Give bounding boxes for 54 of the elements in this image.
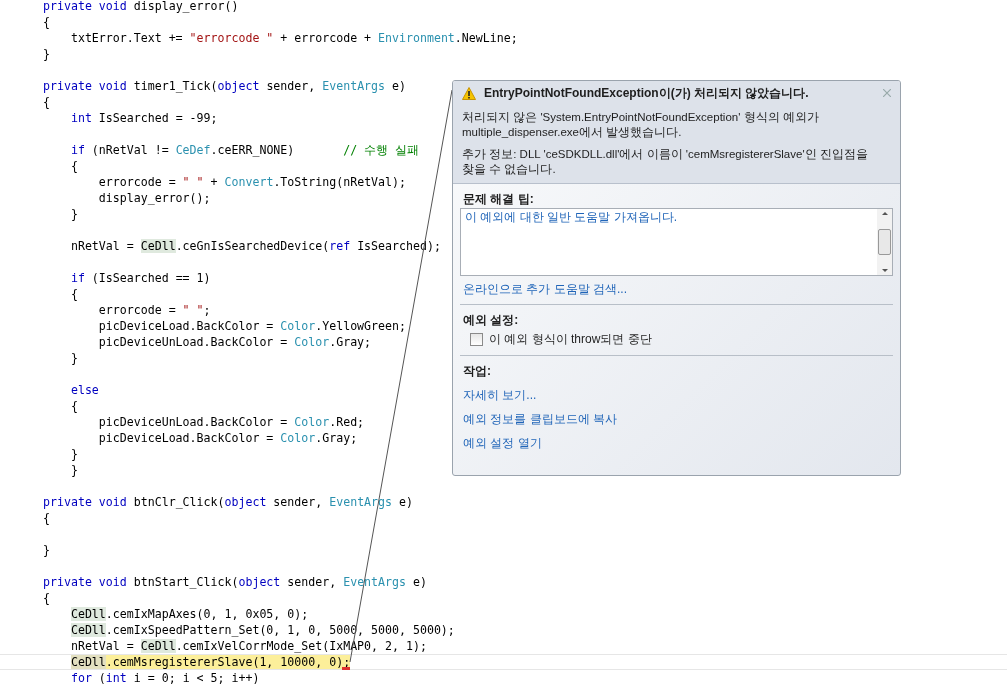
code-line: else (69, 382, 99, 398)
code-line: { (69, 398, 78, 414)
code-line: private void btnClr_Click(object sender, EventArgs e) (43, 494, 413, 510)
code-line: picDeviceLoad.BackColor = Color.YellowGreen; (97, 318, 406, 334)
current-code-line: CeDll.cemMsregistererSlave(1, 10000, 0); (69, 655, 351, 669)
code-line: for (int i = 0; i < 5; i++) (69, 670, 260, 686)
code-line: errorcode = " " + Convert.ToString(nRetVal); (97, 174, 406, 190)
error-message: 처리되지 않은 'System.EntryPointNotFoundException' 형식의 예외가 multiple_dispenser.exe에서 발생했습니다. (462, 110, 820, 140)
code-line: CeDll.cemIxSpeedPattern_Set(0, 1, 0, 5000, 5000, 5000); (69, 622, 455, 638)
code-line: } (69, 462, 78, 478)
scroll-down-icon[interactable] (881, 269, 888, 272)
scroll-thumb[interactable] (878, 229, 891, 255)
code-line: picDeviceLoad.BackColor = Color.Gray; (97, 430, 358, 446)
code-line: } (69, 350, 78, 366)
section-heading: 예외 설정: (462, 312, 520, 329)
section-heading: 문제 해결 팁: (462, 191, 535, 208)
code-line: if (IsSearched == 1) (69, 270, 211, 286)
code-line: txtError.Text += "errorcode " + errorcode + Environment.NewLine; (69, 30, 518, 46)
code-line: display_error(); (97, 190, 211, 206)
code-line: int IsSearched = -99; (69, 110, 218, 126)
help-link[interactable]: 온라인으로 추가 도움말 검색... (460, 280, 627, 298)
code-line: CeDll.cemIxMapAxes(0, 1, 0x05, 0); (69, 606, 309, 622)
tip-link[interactable]: 이 예외에 대한 일반 도움말 가져옵니다. (465, 210, 677, 225)
action-link[interactable]: 예외 설정 열기 (460, 434, 542, 452)
close-button[interactable] (882, 88, 892, 98)
code-line: private void btnStart_Click(object sender, EventArgs e) (43, 574, 427, 590)
code-line: nRetVal = CeDll.cemIxVelCorrMode_Set(IxMAP0, 2, 1); (69, 638, 427, 654)
code-line: { (69, 286, 78, 302)
code-line: private void timer1_Tick(object sender, EventArgs e) (43, 78, 406, 94)
code-line: if (nRetVal != CeDef.ceERR_NONE) // 수행 실패 (69, 142, 420, 158)
code-line: nRetVal = CeDll.ceGnIsSearchedDevice(ref IsSearched); (69, 238, 441, 254)
code-line: { (43, 510, 50, 526)
code-line: { (43, 94, 50, 110)
code-line: picDeviceUnLoad.BackColor = Color.Red; (97, 414, 365, 430)
code-line: errorcode = " "; (97, 302, 211, 318)
code-line: private void display_error() (43, 0, 239, 14)
action-link[interactable]: 자세히 보기... (460, 386, 537, 404)
scrollbar[interactable] (877, 209, 892, 275)
code-line: } (43, 46, 50, 62)
checkbox[interactable] (470, 332, 483, 346)
dialog-title: EntryPointNotFoundException이(가) 처리되지 않았습니다. (484, 84, 810, 102)
code-line: } (69, 446, 78, 462)
code-line: picDeviceUnLoad.BackColor = Color.Gray; (97, 334, 372, 350)
code-line: { (43, 14, 50, 30)
code-line: } (43, 542, 50, 558)
warning-icon (462, 86, 476, 100)
code-line: { (69, 158, 78, 174)
checkbox-label[interactable]: 이 예외 형식이 throw되면 중단 (489, 330, 652, 348)
code-line: { (43, 590, 50, 606)
scroll-up-icon[interactable] (881, 212, 888, 215)
code-line: } (69, 206, 78, 222)
action-link[interactable]: 예외 정보를 클립보드에 복사 (460, 410, 617, 428)
error-message: 추가 정보: DLL 'ceSDKDLL.dll'에서 이름이 'cemMsregistererSlave'인 진입점을 찾을 수 없습니다. (462, 147, 869, 177)
section-heading: 작업: (462, 363, 492, 380)
